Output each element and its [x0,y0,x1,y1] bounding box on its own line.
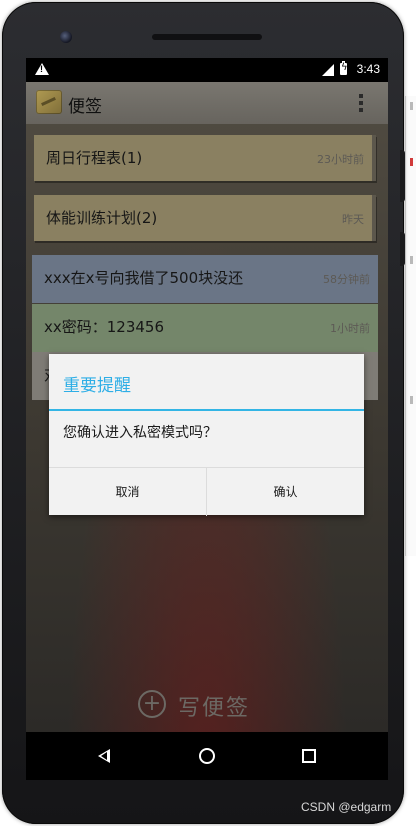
recent-apps-icon[interactable] [302,749,316,763]
new-note-label: 写便签 [178,696,251,721]
app-title: 便签 [68,97,102,117]
background-window-mark [410,102,413,110]
signal-icon [322,64,334,76]
note-item[interactable]: xx密码：123456 1小时前 [32,304,378,352]
folder-item[interactable]: 体能训练计划(2) 昨天 [34,195,376,241]
notes-app-icon[interactable] [36,90,62,114]
device-screen: 3:43 便签 周日行程表(1) 23小时前体能训练计划(2) 昨天 xxx在x号向我… [26,58,388,780]
power-button [400,232,405,266]
background-window-mark [410,396,413,404]
background-window-mark [410,158,413,166]
note-title: xxx在x号向我借了500块没还 [44,269,244,287]
note-title: 周日行程表(1) [46,149,143,167]
watermark: CSDN @edgarm [301,800,392,814]
back-icon[interactable] [98,749,110,763]
note-title: 体能训练计划(2) [46,209,158,227]
note-time: 23小时前 [317,153,364,166]
dialog-title: 重要提醒 [63,376,131,396]
note-title: xx密码：123456 [44,318,165,336]
front-camera [60,31,72,43]
background-window-mark [410,256,413,264]
home-icon[interactable] [199,748,215,764]
dialog-divider [49,409,364,411]
note-item[interactable]: xxx在x号向我借了500块没还 58分钟前 [32,255,378,303]
warning-icon [35,63,49,75]
new-note-button[interactable]: + 写便签 [26,682,388,732]
status-bar: 3:43 [26,58,388,82]
action-bar: 便签 [26,82,388,124]
private-mode-dialog: 重要提醒 您确认进入私密模式吗？ 取消 确认 [49,354,364,516]
more-options-icon[interactable] [359,94,363,114]
status-clock: 3:43 [356,62,380,76]
cancel-button[interactable]: 取消 [49,468,207,516]
note-time: 1小时前 [330,322,370,335]
note-time: 58分钟前 [323,273,370,286]
earpiece-speaker [152,34,262,40]
page: 3:43 便签 周日行程表(1) 23小时前体能训练计划(2) 昨天 xxx在x号向我… [0,0,416,826]
confirm-button[interactable]: 确认 [207,468,364,516]
dialog-message: 您确认进入私密模式吗？ [63,425,217,441]
volume-button [400,150,405,202]
dialog-button-bar: 取消 确认 [49,467,364,516]
background-window-edge [405,96,416,556]
plus-circle-icon: + [138,690,166,718]
notes-app: 便签 周日行程表(1) 23小时前体能训练计划(2) 昨天 xxx在x号向我借了500… [26,82,388,732]
battery-charging-icon [340,61,348,75]
note-time: 昨天 [342,213,364,226]
navigation-bar [26,732,388,780]
folder-item[interactable]: 周日行程表(1) 23小时前 [34,135,376,181]
phone-frame: 3:43 便签 周日行程表(1) 23小时前体能训练计划(2) 昨天 xxx在x号向我… [2,2,404,824]
